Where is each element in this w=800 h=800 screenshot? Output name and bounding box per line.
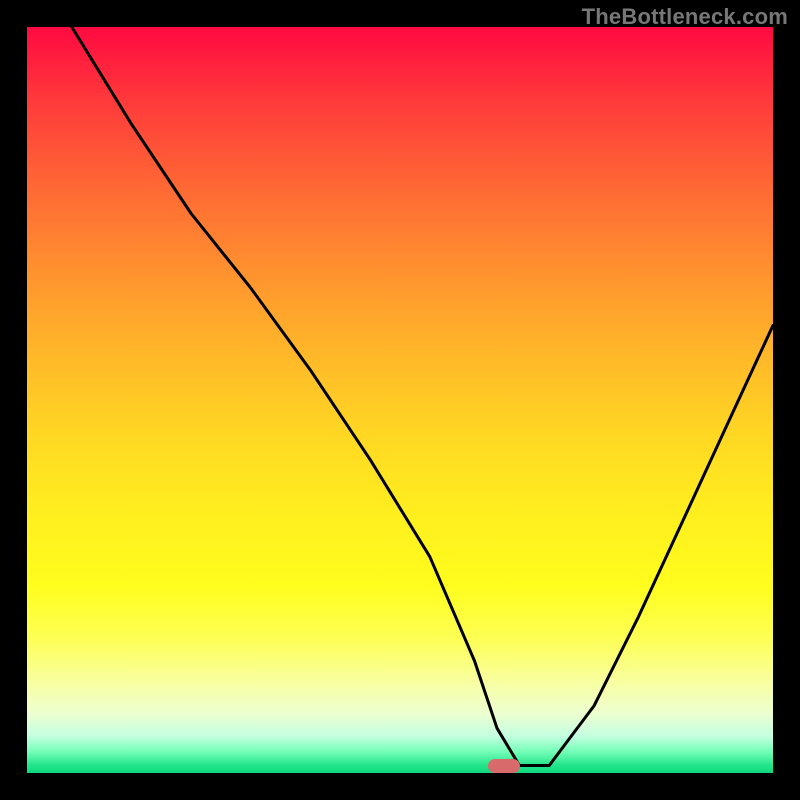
bottleneck-curve [27,27,773,773]
curve-path [72,27,773,766]
plot-area [27,27,773,773]
watermark-text: TheBottleneck.com [582,4,788,30]
chart-frame: TheBottleneck.com [0,0,800,800]
optimal-marker [488,759,520,773]
